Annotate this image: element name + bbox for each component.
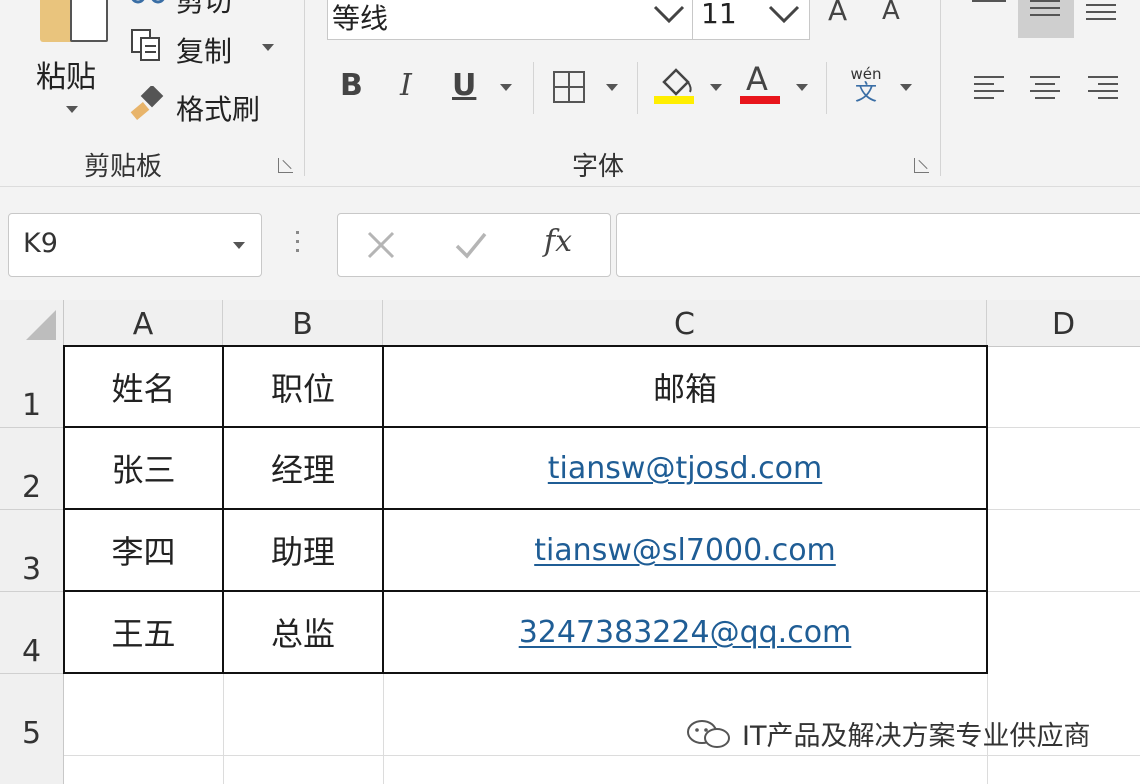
ribbon-separator [533, 62, 534, 114]
column-header-c[interactable]: C [383, 300, 987, 347]
cancel-icon[interactable] [366, 230, 396, 260]
font-size-value: 11 [701, 0, 737, 30]
name-box-value: K9 [23, 228, 58, 259]
ribbon-separator [637, 62, 638, 114]
decrease-font-size-icon[interactable]: A [882, 0, 900, 26]
row-header-1[interactable]: 1 [0, 346, 64, 428]
gridline [987, 427, 1140, 428]
font-color-icon[interactable]: A [740, 60, 782, 106]
top-align-icon[interactable] [972, 0, 1006, 4]
underline-dropdown-icon[interactable] [500, 84, 512, 91]
italic-button[interactable]: I [400, 68, 412, 103]
cell-c4[interactable]: 3247383224@qq.com [384, 592, 986, 672]
font-group-label: 字体 [572, 152, 625, 182]
align-right-icon[interactable] [1088, 76, 1118, 104]
underline-button[interactable]: U [452, 68, 476, 103]
font-size-select[interactable]: 11 [692, 0, 810, 40]
gridline [383, 674, 384, 784]
email-link[interactable]: tiansw@tjosd.com [548, 451, 822, 486]
wechat-icon [687, 719, 730, 748]
cell-a2[interactable]: 张三 [65, 428, 222, 508]
cell-b3[interactable]: 助理 [224, 510, 382, 590]
column-header-b[interactable]: B [223, 300, 383, 347]
increase-font-size-icon[interactable]: A [828, 0, 847, 27]
table-border [986, 345, 988, 674]
middle-align-button[interactable] [1018, 0, 1074, 38]
formula-bar: K9 fx [0, 186, 1140, 301]
name-box[interactable]: K9 [8, 213, 262, 277]
gridline [987, 509, 1140, 510]
row-header-3[interactable]: 3 [0, 510, 64, 592]
formula-controls: fx [337, 213, 611, 277]
column-header-a[interactable]: A [64, 300, 223, 347]
clipboard-launcher-icon[interactable] [278, 158, 293, 173]
chevron-down-icon [768, 5, 800, 24]
chevron-down-icon [653, 5, 685, 24]
align-center-icon[interactable] [1030, 76, 1060, 104]
bold-button[interactable]: B [340, 68, 363, 103]
phonetic-dropdown-icon[interactable] [900, 84, 912, 91]
middle-align-icon [1030, 0, 1060, 21]
row-header-2[interactable]: 2 [0, 428, 64, 510]
table-border [63, 672, 988, 674]
cell-c3[interactable]: tiansw@sl7000.com [384, 510, 986, 590]
font-color-swatch [740, 96, 780, 104]
cell-c2[interactable]: tiansw@tjosd.com [384, 428, 986, 508]
copy-icon [130, 28, 164, 64]
gridline [987, 591, 1140, 592]
ribbon-separator [304, 0, 305, 176]
insert-function-button[interactable]: fx [544, 224, 572, 259]
cell-a1[interactable]: 姓名 [65, 347, 222, 426]
format-painter-icon [130, 84, 166, 122]
format-painter-button[interactable]: 格式刷 [176, 88, 260, 128]
cell-b4[interactable]: 总监 [224, 592, 382, 672]
formula-input[interactable] [616, 213, 1140, 277]
row-header-4[interactable]: 4 [0, 592, 64, 674]
paste-icon[interactable] [38, 0, 108, 46]
align-left-icon[interactable] [974, 76, 1004, 104]
cell-b1[interactable]: 职位 [224, 347, 382, 426]
gridline [223, 674, 224, 784]
phonetic-guide-icon[interactable]: wén 文 [846, 66, 886, 110]
clipboard-group-label: 剪贴板 [84, 152, 163, 182]
borders-dropdown-icon[interactable] [606, 84, 618, 91]
font-name-value: 等线 [332, 2, 389, 35]
copy-button[interactable]: 复制 [176, 30, 232, 70]
copy-dropdown-icon[interactable] [262, 44, 274, 51]
cell-a4[interactable]: 王五 [65, 592, 222, 672]
bottom-align-icon[interactable] [1086, 4, 1116, 25]
cell-a3[interactable]: 李四 [65, 510, 222, 590]
select-all-button[interactable] [0, 300, 64, 347]
font-name-select[interactable]: 等线 [327, 0, 693, 40]
font-color-dropdown-icon[interactable] [796, 84, 808, 91]
cut-icon[interactable] [130, 0, 166, 8]
resize-handle-icon[interactable] [296, 231, 302, 259]
borders-icon[interactable] [552, 70, 586, 108]
paste-button[interactable]: 粘贴 [36, 52, 96, 96]
email-link[interactable]: 3247383224@qq.com [519, 615, 852, 650]
cut-button[interactable]: 剪切 [176, 0, 232, 20]
ribbon-separator [940, 0, 941, 176]
name-box-dropdown-icon[interactable] [233, 242, 245, 249]
fill-color-swatch [654, 96, 694, 104]
cell-c1[interactable]: 邮箱 [384, 347, 986, 426]
ribbon: 粘贴 剪切 复制 格式刷 剪贴板 等线 11 A A B I U A wén 文… [0, 0, 1140, 186]
fill-color-dropdown-icon[interactable] [710, 84, 722, 91]
row-header-5[interactable]: 5 [0, 674, 64, 784]
ribbon-separator [826, 62, 827, 114]
cell-b2[interactable]: 经理 [224, 428, 382, 508]
font-launcher-icon[interactable] [914, 158, 929, 173]
watermark: IT产品及解决方案专业供应商 [684, 714, 1090, 753]
enter-icon[interactable] [454, 230, 488, 260]
paste-dropdown-icon[interactable] [66, 106, 78, 113]
column-header-d[interactable]: D [987, 300, 1140, 347]
fill-color-icon[interactable] [654, 64, 696, 106]
gridline [64, 755, 1140, 756]
email-link[interactable]: tiansw@sl7000.com [534, 533, 836, 568]
watermark-text: IT产品及解决方案专业供应商 [742, 721, 1091, 752]
